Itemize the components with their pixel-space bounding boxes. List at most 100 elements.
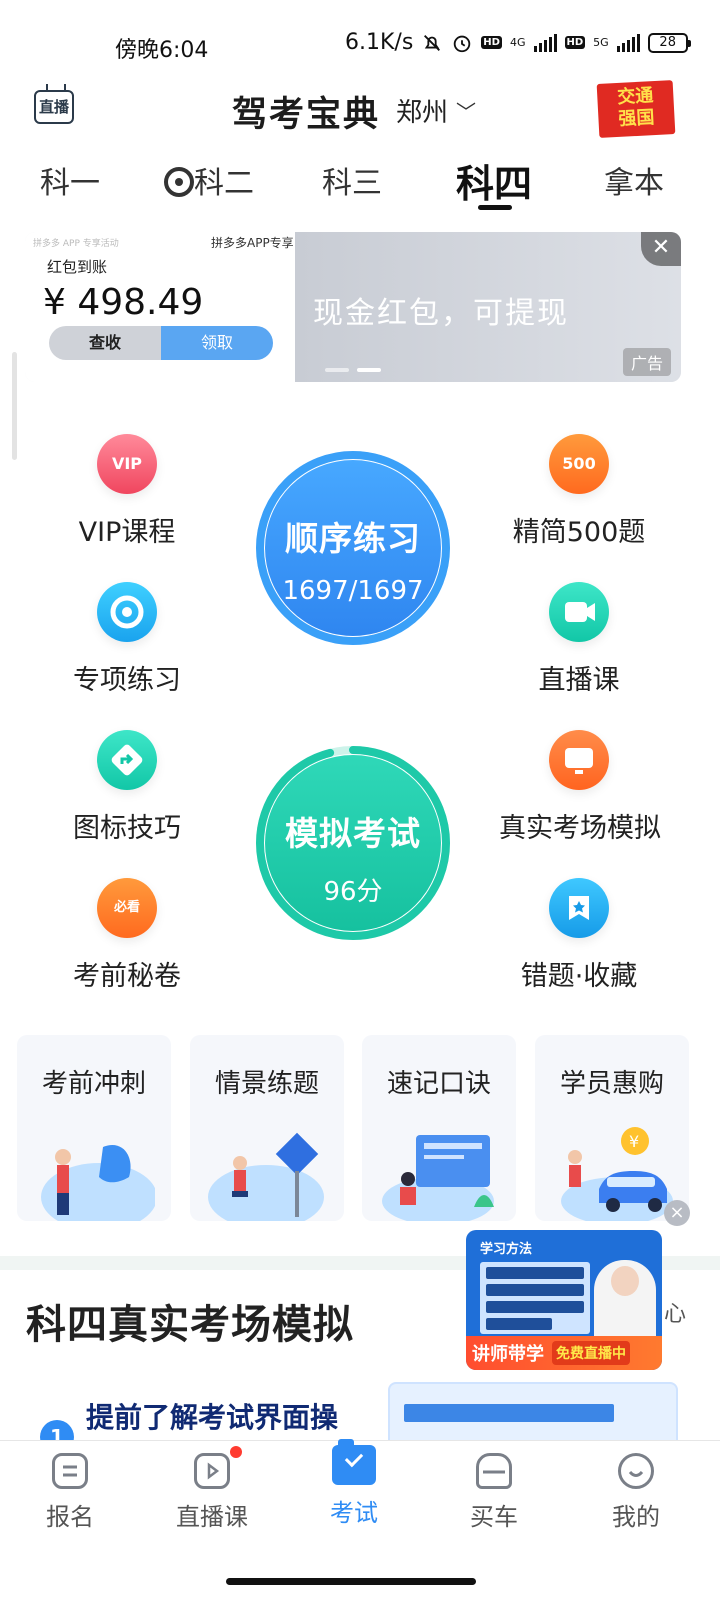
ad-tag: 广告 [622, 348, 671, 376]
status-bar: 傍晚6:04 6.1K/s HD 4G HD 5G 28 [0, 0, 720, 90]
ad-check-button[interactable]: 查收 [49, 326, 161, 360]
exam-folder-icon [332, 1439, 376, 1485]
exam-score: 96分 [323, 877, 383, 907]
live-course-button[interactable]: 直播课 [499, 582, 659, 697]
exam-title: 模拟考试 [285, 814, 421, 853]
signal-icon [533, 33, 557, 52]
tab-subject-3[interactable]: 科三 [322, 158, 382, 202]
app-header: 直播 驾考宝典 郑州 ﹀ 交通 强国 [0, 78, 720, 142]
live-course-label: 直播课 [538, 665, 620, 696]
road-sign-icon [97, 730, 157, 790]
steering-wheel-icon [164, 167, 194, 197]
svg-text:¥: ¥ [629, 1132, 639, 1151]
chevron-down-icon[interactable]: ﹀ [456, 96, 476, 125]
quick-card-mnemonic-label: 速记口诀 [386, 1069, 491, 1099]
scroll-indicator [12, 352, 17, 460]
traffic-power-badge[interactable]: 交通 强国 [596, 80, 676, 138]
ad-left-panel: 拼多多 APP 专享活动 拼多多APP专享 红包到账 ¥ 498.49 查收 领… [25, 232, 295, 382]
subject-tabs: 科一 科二 科三 科四 拿本 [0, 158, 720, 218]
real-exam-sim-label: 真实考场模拟 [499, 813, 661, 844]
notification-dot [230, 1446, 242, 1458]
nav-signup-label: 报名 [46, 1503, 94, 1531]
tab-subject-1[interactable]: 科一 [40, 158, 100, 202]
ad-banner[interactable]: 拼多多 APP 专享活动 拼多多APP专享 红包到账 ¥ 498.49 查收 领… [25, 232, 681, 382]
quick-card-scenario-label: 情景练题 [214, 1069, 319, 1099]
clipboard-check-icon: 必看 [97, 878, 157, 938]
city-selector[interactable]: 郑州 [396, 92, 448, 129]
signal-icon-2 [616, 33, 640, 52]
real-exam-sim-button[interactable]: 真实考场模拟 [499, 730, 661, 845]
500-questions-icon: 500 [549, 434, 609, 494]
special-practice-button[interactable]: 专项练习 [47, 582, 207, 697]
vip-course-button[interactable]: VIP VIP课程 [47, 434, 207, 549]
nav-exam[interactable]: 考试 [304, 1439, 404, 1528]
ad-claim-button[interactable]: 领取 [161, 326, 273, 360]
pre-exam-secret-button[interactable]: 必看 考前秘卷 [47, 878, 207, 993]
tab-subject-4[interactable]: 科四 [456, 153, 532, 208]
video-camera-icon [549, 582, 609, 642]
mute-bell-icon [424, 34, 441, 51]
quick-card-sprint-label: 考前冲刺 [41, 1069, 146, 1099]
floating-live-video[interactable]: 学习方法 讲师带学 免费直播中 [466, 1230, 662, 1370]
practice-progress-text: 1697/1697 [282, 576, 424, 606]
quick-card-scenario[interactable]: 情景练题 [190, 1035, 344, 1221]
badge-line-2: 强国 [617, 107, 656, 130]
home-indicator[interactable] [226, 1578, 476, 1585]
quick-card-student-deals[interactable]: 学员惠购 ¥ [535, 1035, 689, 1221]
quick-card-sprint[interactable]: 考前冲刺 [17, 1035, 171, 1221]
close-icon[interactable]: ✕ [641, 232, 681, 266]
float-video-banner: 讲师带学 免费直播中 [466, 1336, 662, 1370]
car-coin-illustration: ¥ [561, 1127, 673, 1221]
nav-live-course[interactable]: 直播课 [162, 1453, 262, 1532]
tab-subject-2[interactable]: 科二 [164, 158, 254, 202]
network-type-2: 5G [593, 36, 609, 49]
wrong-favorites-button[interactable]: 错题·收藏 [499, 878, 659, 993]
float-video-banner-sub: 免费直播中 [552, 1341, 630, 1365]
car-icon [476, 1453, 512, 1489]
mock-exam-button[interactable]: 模拟考试 96分 [255, 745, 451, 941]
special-practice-label: 专项练习 [73, 665, 181, 696]
vip-badge-icon: VIP [97, 434, 157, 494]
alarm-icon [454, 35, 471, 52]
list-icon [52, 1453, 88, 1489]
ad-heading: 红包到账 [47, 258, 108, 276]
ad-source: 拼多多APP专享 [211, 236, 294, 250]
simplified-500-button[interactable]: 500 精简500题 [499, 434, 659, 549]
practice-title: 顺序练习 [285, 519, 421, 558]
sign-tips-label: 图标技巧 [73, 813, 181, 844]
nav-signup[interactable]: 报名 [20, 1453, 120, 1532]
smile-face-icon [618, 1453, 654, 1489]
section-more-icon[interactable]: 心 [664, 1296, 686, 1328]
ad-buttons: 查收 领取 [49, 326, 273, 360]
close-icon[interactable]: × [664, 1200, 690, 1226]
rocket-illustration [41, 1145, 155, 1221]
app-title: 驾考宝典 [232, 95, 381, 135]
nav-profile[interactable]: 我的 [586, 1453, 686, 1532]
network-type-1: 4G [509, 36, 526, 49]
sequential-practice-button[interactable]: 顺序练习 1697/1697 [255, 450, 451, 646]
sign-tips-button[interactable]: 图标技巧 [47, 730, 207, 845]
ad-amount: ¥ 498.49 [43, 282, 204, 323]
quick-card-mnemonic[interactable]: 速记口诀 [362, 1035, 516, 1221]
ad-small-text: 拼多多 APP 专享活动 [33, 239, 119, 249]
board-illustration [382, 1135, 494, 1221]
nav-buy-car[interactable]: 买车 [444, 1453, 544, 1532]
status-icons: 6.1K/s HD 4G HD 5G 28 [345, 30, 691, 55]
section-title: 科四真实考场模拟 [26, 1302, 354, 1348]
float-video-board [480, 1262, 590, 1334]
pedestrian-sign-illustration [208, 1132, 324, 1221]
practice-inner: 顺序练习 1697/1697 [265, 460, 441, 636]
nav-profile-label: 我的 [612, 1503, 660, 1531]
monitor-icon [549, 730, 609, 790]
status-time: 傍晚6:04 [115, 38, 209, 63]
float-video-banner-main: 讲师带学 [472, 1344, 544, 1365]
live-tv-button[interactable]: 直播 [34, 90, 74, 124]
pre-exam-secret-label: 考前秘卷 [73, 961, 181, 992]
tab-subject-2-label: 科二 [194, 166, 254, 201]
tab-get-license[interactable]: 拿本 [604, 158, 664, 202]
battery-indicator: 28 [647, 32, 691, 53]
hd-icon-2: HD [564, 36, 586, 49]
ad-tag-label: 广告 [630, 354, 663, 373]
ad-slogan: 现金红包，可提现 [313, 296, 569, 331]
exam-inner: 模拟考试 96分 [265, 755, 441, 931]
